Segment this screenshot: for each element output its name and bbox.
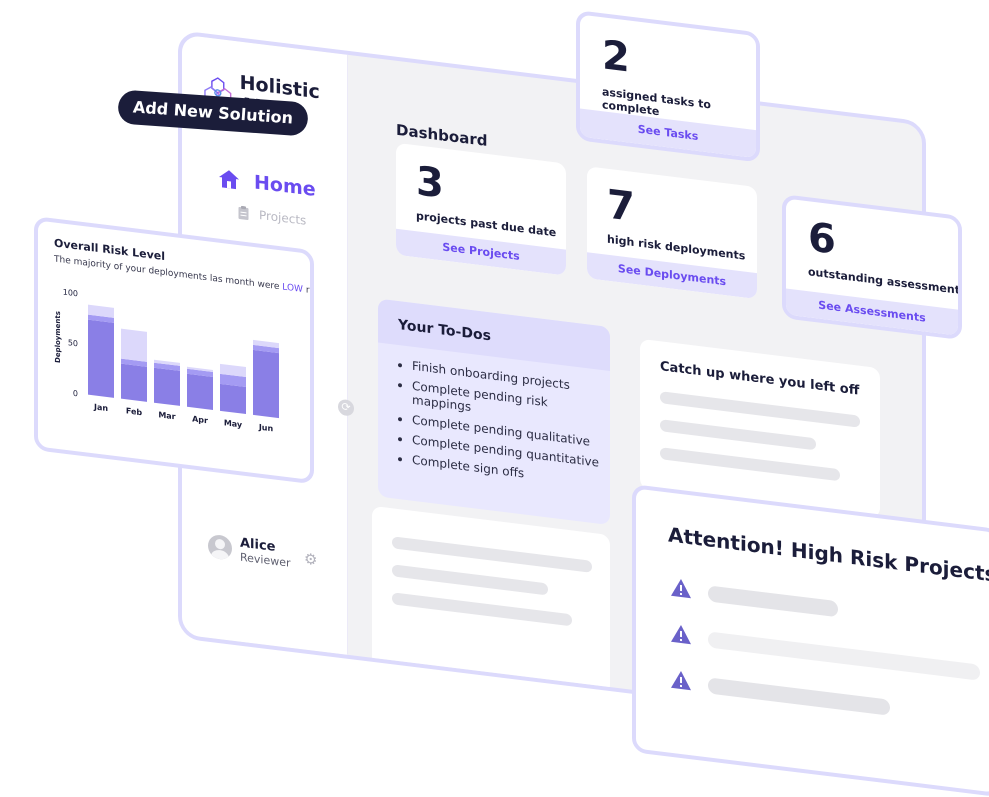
bar-feb-segment-0 (121, 363, 147, 402)
x-tick-label: Mar (158, 410, 175, 421)
x-tick-label: Jun (258, 423, 274, 434)
y-axis-label: Deployments (53, 311, 62, 364)
attention-title: Attention! High Risk Projects (668, 522, 989, 587)
placeholder-line (708, 677, 890, 716)
bar-feb-segment-2 (121, 328, 147, 362)
deployments-count: 7 (607, 181, 635, 232)
risk-level-low: LOW (282, 282, 303, 296)
assessments-count: 6 (808, 214, 836, 264)
deployments-card: 7 high risk deployments See Deployments (587, 166, 757, 300)
home-icon (219, 170, 239, 190)
x-tick-label: Jan (93, 402, 108, 413)
warning-icon (671, 579, 691, 599)
bar-apr-segment-0 (187, 373, 213, 410)
todo-panel: Your To-Dos Finish onboarding projects C… (378, 298, 610, 526)
sidebar-item-home[interactable]: Home (218, 167, 316, 201)
bar-mar-segment-0 (154, 367, 180, 406)
sidebar-item-label: Projects (259, 207, 307, 228)
y-tick-label: 100 (63, 288, 78, 299)
high-risk-projects-panel: Attention! High Risk Projects (632, 484, 989, 797)
placeholder-line (392, 564, 548, 596)
sidebar-item-label: Home (254, 171, 316, 201)
tasks-count: 2 (602, 32, 630, 82)
y-tick-label: 0 (73, 389, 78, 399)
risk-chart-card: Overall Risk Level The majority of your … (34, 216, 314, 485)
assessments-card: 6 outstanding assessments See Assessment… (782, 194, 962, 341)
risk-bar-chart: 0 50 100 Deployments Jan Feb Mar Apr May Jun (53, 288, 279, 434)
placeholder-line (660, 447, 840, 482)
x-tick-label: May (224, 418, 243, 429)
warning-icon (671, 671, 691, 691)
avatar (208, 533, 232, 561)
projects-card: 3 projects past due date See Projects (396, 142, 566, 276)
sidebar-item-projects[interactable]: Projects (238, 205, 307, 228)
catch-up-title: Catch up where you left off (660, 359, 860, 399)
bar-jan-segment-0 (88, 319, 114, 398)
placeholder-line (708, 585, 838, 618)
warning-icon (671, 625, 691, 645)
chart-subtitle-end: risk. (305, 285, 314, 298)
user-profile[interactable]: Alice Reviewer (208, 532, 291, 570)
bar-jun-segment-0 (253, 349, 279, 419)
y-tick-label: 50 (68, 338, 78, 348)
placeholder-line (392, 592, 572, 627)
placeholder-line (708, 631, 980, 681)
clipboard-icon (238, 205, 249, 221)
gear-icon[interactable]: ⚙ (304, 549, 317, 569)
tasks-card: 2 assigned tasks to complete See Tasks (576, 10, 760, 163)
bar-may-segment-0 (220, 383, 246, 415)
todo-list: Finish onboarding projects Complete pend… (378, 355, 610, 491)
x-tick-label: Apr (192, 414, 208, 425)
x-tick-label: Feb (126, 406, 143, 417)
placeholder-line (660, 419, 816, 451)
recent-activity-panel (372, 505, 610, 696)
projects-count: 3 (416, 158, 444, 208)
